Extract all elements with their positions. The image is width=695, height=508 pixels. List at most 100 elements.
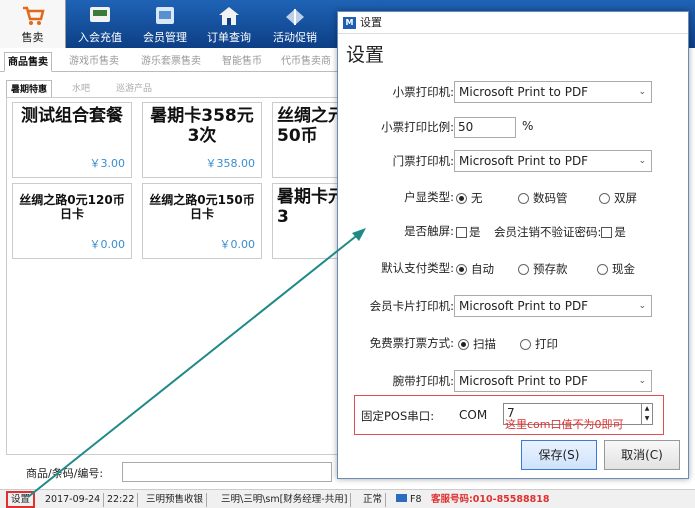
wristband-printer-row: 腕带打印机: Microsoft Print to PDF ⌄ xyxy=(338,368,690,394)
toolbar-sell[interactable]: 售卖 xyxy=(0,0,66,48)
pay-type-label: 默认支付类型: xyxy=(381,261,454,275)
radio-unchecked-icon xyxy=(597,264,608,275)
chevron-down-icon: ⌄ xyxy=(638,301,646,311)
keyboard-icon xyxy=(396,494,407,502)
radio-checked-icon xyxy=(456,193,467,204)
cart-icon xyxy=(22,6,45,25)
display-none-label: 无 xyxy=(471,191,483,205)
settings-button[interactable]: 设置 xyxy=(6,491,36,508)
product-card[interactable]: 丝绸之路0元150币日卡 ￥0.00 xyxy=(142,183,262,259)
product-card[interactable]: 暑期卡358元3次 ￥358.00 xyxy=(142,102,262,178)
product-price: ￥358.00 xyxy=(205,157,256,170)
product-price: ￥0.00 xyxy=(89,238,126,251)
status-venue: 三明预售收银 xyxy=(143,493,208,507)
product-card[interactable]: 丝绸之元50币 xyxy=(272,102,347,178)
save-button[interactable]: 保存(S) xyxy=(521,440,597,470)
dialog-window-title: 设置 xyxy=(360,16,382,29)
free-print-label: 打印 xyxy=(535,337,558,351)
radio-unchecked-icon xyxy=(599,193,610,204)
subtab-game-coin[interactable]: 游戏币售卖 xyxy=(66,52,122,72)
search-label: 商品/条码/编号: xyxy=(26,467,104,480)
member-no-pwd-checkbox[interactable]: 会员注销不验证密码: 是 xyxy=(494,224,626,240)
chevron-down-icon: ⌄ xyxy=(638,156,646,166)
pay-prepaid-radio[interactable]: 预存款 xyxy=(518,261,568,277)
free-ticket-label: 免费票打票方式: xyxy=(369,336,454,350)
product-card[interactable]: 暑期卡元3 xyxy=(272,183,347,259)
chevron-down-icon: ⌄ xyxy=(638,87,646,97)
wristband-printer-select[interactable]: Microsoft Print to PDF ⌄ xyxy=(454,370,652,392)
display-none-radio[interactable]: 无 xyxy=(456,190,483,206)
free-ticket-row: 免费票打票方式: 扫描 打印 xyxy=(338,330,690,356)
search-input[interactable] xyxy=(122,462,332,482)
search-bar: 商品/条码/编号: xyxy=(0,462,345,484)
product-grid: 测试组合套餐 ￥3.00 暑期卡358元3次 ￥358.00 丝绸之元50币 丝… xyxy=(6,97,347,455)
pay-cash-label: 现金 xyxy=(612,262,635,276)
product-name: 暑期卡358元3次 xyxy=(150,106,254,146)
member-no-pwd-yes: 是 xyxy=(614,225,626,239)
free-print-radio[interactable]: 打印 xyxy=(520,336,558,352)
pay-auto-label: 自动 xyxy=(471,262,494,276)
touch-checkbox[interactable]: 是 xyxy=(456,224,481,240)
pos-app: 售卖 入会充值 会员管理 订单查询 活动促销 商品售卖 游戏币售卖 游乐套票售卖… xyxy=(0,0,695,508)
card-printer-value: Microsoft Print to PDF xyxy=(459,299,589,313)
subtab-goods[interactable]: 商品售卖 xyxy=(4,52,52,72)
member-no-pwd-label: 会员注销不验证密码: xyxy=(494,225,602,239)
member-card-icon xyxy=(90,7,110,22)
free-scan-label: 扫描 xyxy=(473,337,496,351)
subtab-token[interactable]: 代币售卖商 xyxy=(278,52,334,72)
product-name: 丝绸之路0元120币日卡 xyxy=(19,193,125,221)
status-date: 2017-09-24 xyxy=(42,493,105,507)
status-bar: 设置 2017-09-24 22:22 三明预售收银 三明\三明\sm[财务经理… xyxy=(0,489,695,508)
ticket-printer-select[interactable]: Microsoft Print to PDF ⌄ xyxy=(454,150,652,172)
product-card[interactable]: 丝绸之路0元120币日卡 ￥0.00 xyxy=(12,183,132,259)
card-printer-select[interactable]: Microsoft Print to PDF ⌄ xyxy=(454,295,652,317)
toolbar-recharge[interactable]: 入会充值 xyxy=(68,0,132,48)
display-digital-label: 数码管 xyxy=(533,191,568,205)
pay-cash-radio[interactable]: 现金 xyxy=(597,261,635,277)
display-dual-radio[interactable]: 双屏 xyxy=(599,190,637,206)
sell-subtabs: 商品售卖 游戏币售卖 游乐套票售卖 智能售币 代币售卖商 xyxy=(0,52,345,72)
status-key-text: F8 xyxy=(410,494,422,505)
chevron-down-icon: ⌄ xyxy=(638,376,646,386)
toolbar-promo[interactable]: 活动促销 xyxy=(262,0,328,48)
ticket-printer-row: 门票打印机: Microsoft Print to PDF ⌄ xyxy=(338,148,690,174)
subtab-package[interactable]: 游乐套票售卖 xyxy=(138,52,204,72)
display-type-label: 户显类型: xyxy=(404,190,454,204)
checkbox-icon xyxy=(456,227,467,238)
promo-icon xyxy=(286,9,304,25)
receipt-scale-input[interactable]: 50 xyxy=(454,117,516,138)
display-type-row: 户显类型: 无 数码管 双屏 xyxy=(338,184,690,210)
ticket-printer-value: Microsoft Print to PDF xyxy=(459,154,589,168)
product-card[interactable]: 测试组合套餐 ￥3.00 xyxy=(12,102,132,178)
pay-auto-radio[interactable]: 自动 xyxy=(456,261,494,277)
product-price: ￥3.00 xyxy=(89,157,126,170)
subtab-smart-coin[interactable]: 智能售币 xyxy=(219,52,265,72)
receipt-printer-value: Microsoft Print to PDF xyxy=(459,85,589,99)
ticket-printer-label: 门票打印机: xyxy=(392,154,454,168)
checkbox-icon xyxy=(601,227,613,238)
touch-row: 是否触屏: 是 会员注销不验证密码: 是 xyxy=(338,218,690,244)
pos-com-label: 固定POS串口: xyxy=(361,409,435,423)
wristband-printer-label: 腕带打印机: xyxy=(392,374,454,388)
pay-type-row: 默认支付类型: 自动 预存款 现金 xyxy=(338,255,690,281)
cattab-summer[interactable]: 暑期特惠 xyxy=(6,80,53,98)
toolbar-order[interactable]: 订单查询 xyxy=(198,0,260,48)
member-manage-icon xyxy=(156,7,174,24)
dialog-heading: 设置 xyxy=(346,44,385,66)
receipt-printer-label: 小票打印机: xyxy=(392,85,454,99)
touch-label: 是否触屏: xyxy=(404,224,454,238)
display-digital-radio[interactable]: 数码管 xyxy=(518,190,568,206)
spin-arrows-icon[interactable]: ▲ ▼ xyxy=(641,404,652,424)
product-price: ￥0.00 xyxy=(219,238,256,251)
cattab-parade[interactable]: 巡游产品 xyxy=(112,80,156,98)
radio-checked-icon xyxy=(456,264,467,275)
wristband-printer-value: Microsoft Print to PDF xyxy=(459,374,589,388)
cancel-button[interactable]: 取消(C) xyxy=(604,440,680,470)
radio-unchecked-icon xyxy=(518,264,529,275)
toolbar-member[interactable]: 会员管理 xyxy=(134,0,196,48)
receipt-printer-select[interactable]: Microsoft Print to PDF ⌄ xyxy=(454,81,652,103)
receipt-scale-label: 小票打印比例: xyxy=(381,120,454,134)
app-logo-icon: M xyxy=(343,17,356,29)
free-scan-radio[interactable]: 扫描 xyxy=(458,336,496,352)
cattab-bar[interactable]: 水吧 xyxy=(68,80,94,98)
